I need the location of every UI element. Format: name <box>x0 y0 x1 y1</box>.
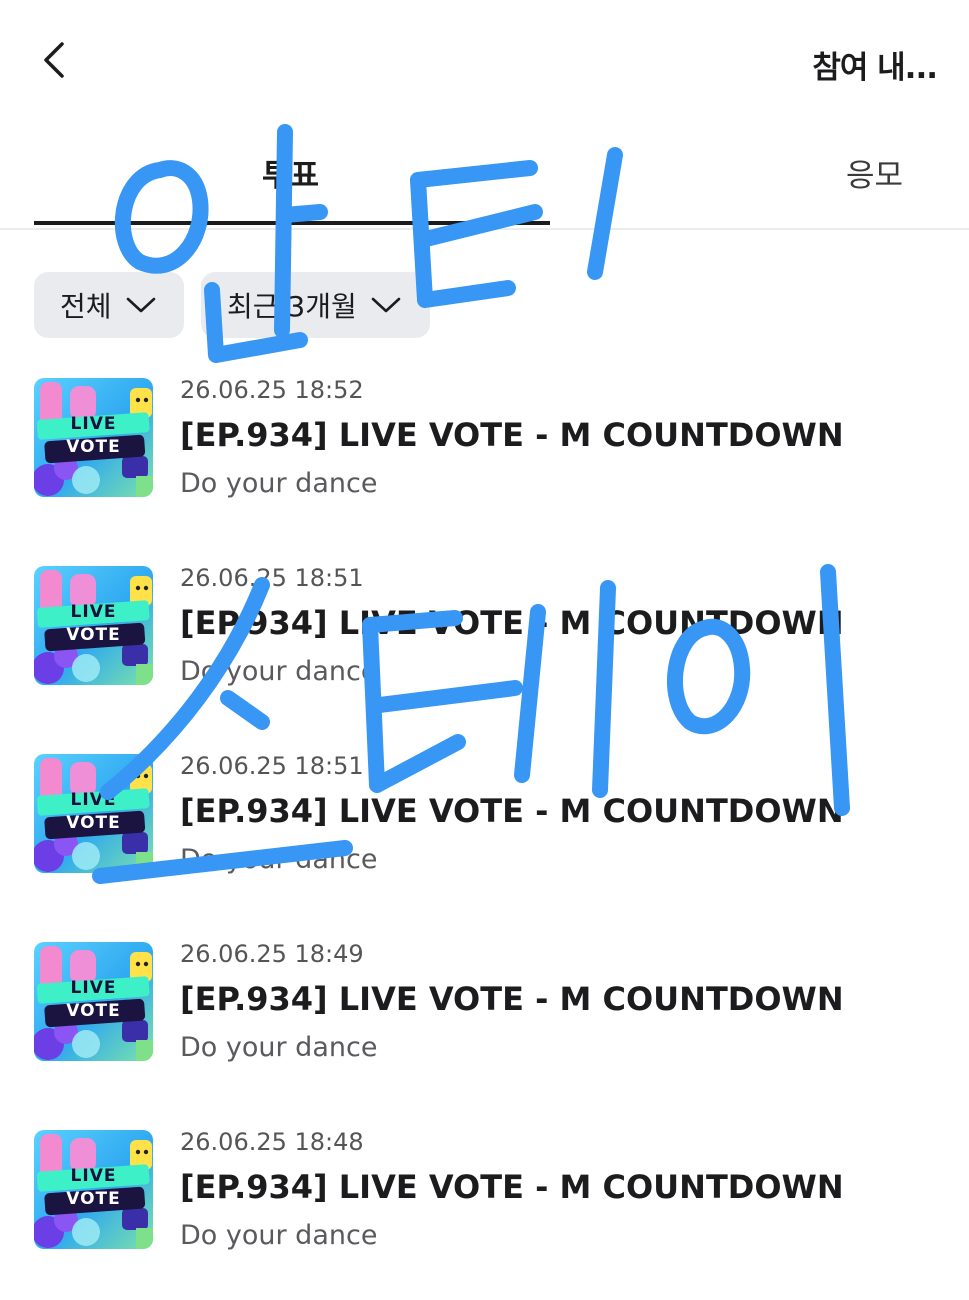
thumbnail-live-text: LIVE <box>70 1166 117 1186</box>
page-title: 참여 내... <box>812 50 938 86</box>
list-item[interactable]: LIVE VOTE 26.06.25 18:51 [EP.934] LIVE VO… <box>0 736 969 924</box>
live-vote-thumbnail: LIVE VOTE <box>34 942 153 1061</box>
list-item[interactable]: LIVE VOTE 26.06.25 18:49 [EP.934] LIVE VO… <box>0 924 969 1112</box>
live-vote-thumbnail: LIVE VOTE <box>34 754 153 873</box>
tab-apply[interactable]: 응모 <box>846 150 903 195</box>
item-subtitle: Do your dance <box>180 844 378 875</box>
live-vote-thumbnail: LIVE VOTE <box>34 566 153 685</box>
item-subtitle: Do your dance <box>180 1032 378 1063</box>
thumbnail-live-text: LIVE <box>70 414 117 434</box>
filter-period-dropdown[interactable]: 최근 3개월 <box>201 272 430 338</box>
list-item[interactable]: LIVE VOTE 26.06.25 18:51 [EP.934] LIVE VO… <box>0 548 969 736</box>
active-tab-indicator <box>34 221 550 225</box>
back-button[interactable] <box>34 38 78 82</box>
list-item[interactable]: LIVE VOTE 26.06.25 18:52 [EP.934] LIVE VO… <box>0 360 969 548</box>
tab-bar: 투표 응모 <box>0 130 969 230</box>
item-title: [EP.934] LIVE VOTE - M COUNTDOWN <box>180 792 844 830</box>
item-date: 26.06.25 18:48 <box>180 1128 364 1156</box>
item-title: [EP.934] LIVE VOTE - M COUNTDOWN <box>180 416 844 454</box>
chevron-down-icon <box>126 297 155 313</box>
filter-period-label: 최근 3개월 <box>227 290 357 323</box>
vote-history-list: LIVE VOTE 26.06.25 18:52 [EP.934] LIVE VO… <box>0 360 969 1300</box>
item-subtitle: Do your dance <box>180 656 378 687</box>
item-date: 26.06.25 18:51 <box>180 752 364 780</box>
item-title: [EP.934] LIVE VOTE - M COUNTDOWN <box>180 1168 844 1206</box>
thumbnail-live-text: LIVE <box>70 790 117 810</box>
thumbnail-vote-text: VOTE <box>66 1001 121 1021</box>
list-item[interactable]: LIVE VOTE 26.06.25 18:48 [EP.934] LIVE VO… <box>0 1112 969 1300</box>
item-title: [EP.934] LIVE VOTE - M COUNTDOWN <box>180 980 844 1018</box>
filter-type-label: 전체 <box>60 290 112 323</box>
thumbnail-vote-text: VOTE <box>66 1189 121 1209</box>
live-vote-thumbnail: LIVE VOTE <box>34 378 153 497</box>
thumbnail-vote-text: VOTE <box>66 437 121 457</box>
thumbnail-live-text: LIVE <box>70 978 117 998</box>
item-title: [EP.934] LIVE VOTE - M COUNTDOWN <box>180 604 844 642</box>
chevron-down-icon <box>371 297 401 313</box>
item-date: 26.06.25 18:52 <box>180 376 364 404</box>
thumbnail-vote-text: VOTE <box>66 625 121 645</box>
thumbnail-live-text: LIVE <box>70 602 117 622</box>
chevron-left-icon <box>44 42 64 78</box>
thumbnail-vote-text: VOTE <box>66 813 121 833</box>
item-date: 26.06.25 18:51 <box>180 564 364 592</box>
tab-vote[interactable]: 투표 <box>262 150 319 195</box>
item-subtitle: Do your dance <box>180 1220 378 1251</box>
header: 참여 내... <box>0 0 969 120</box>
item-subtitle: Do your dance <box>180 468 378 499</box>
live-vote-thumbnail: LIVE VOTE <box>34 1130 153 1249</box>
item-date: 26.06.25 18:49 <box>180 940 364 968</box>
filter-type-dropdown[interactable]: 전체 <box>34 272 184 338</box>
